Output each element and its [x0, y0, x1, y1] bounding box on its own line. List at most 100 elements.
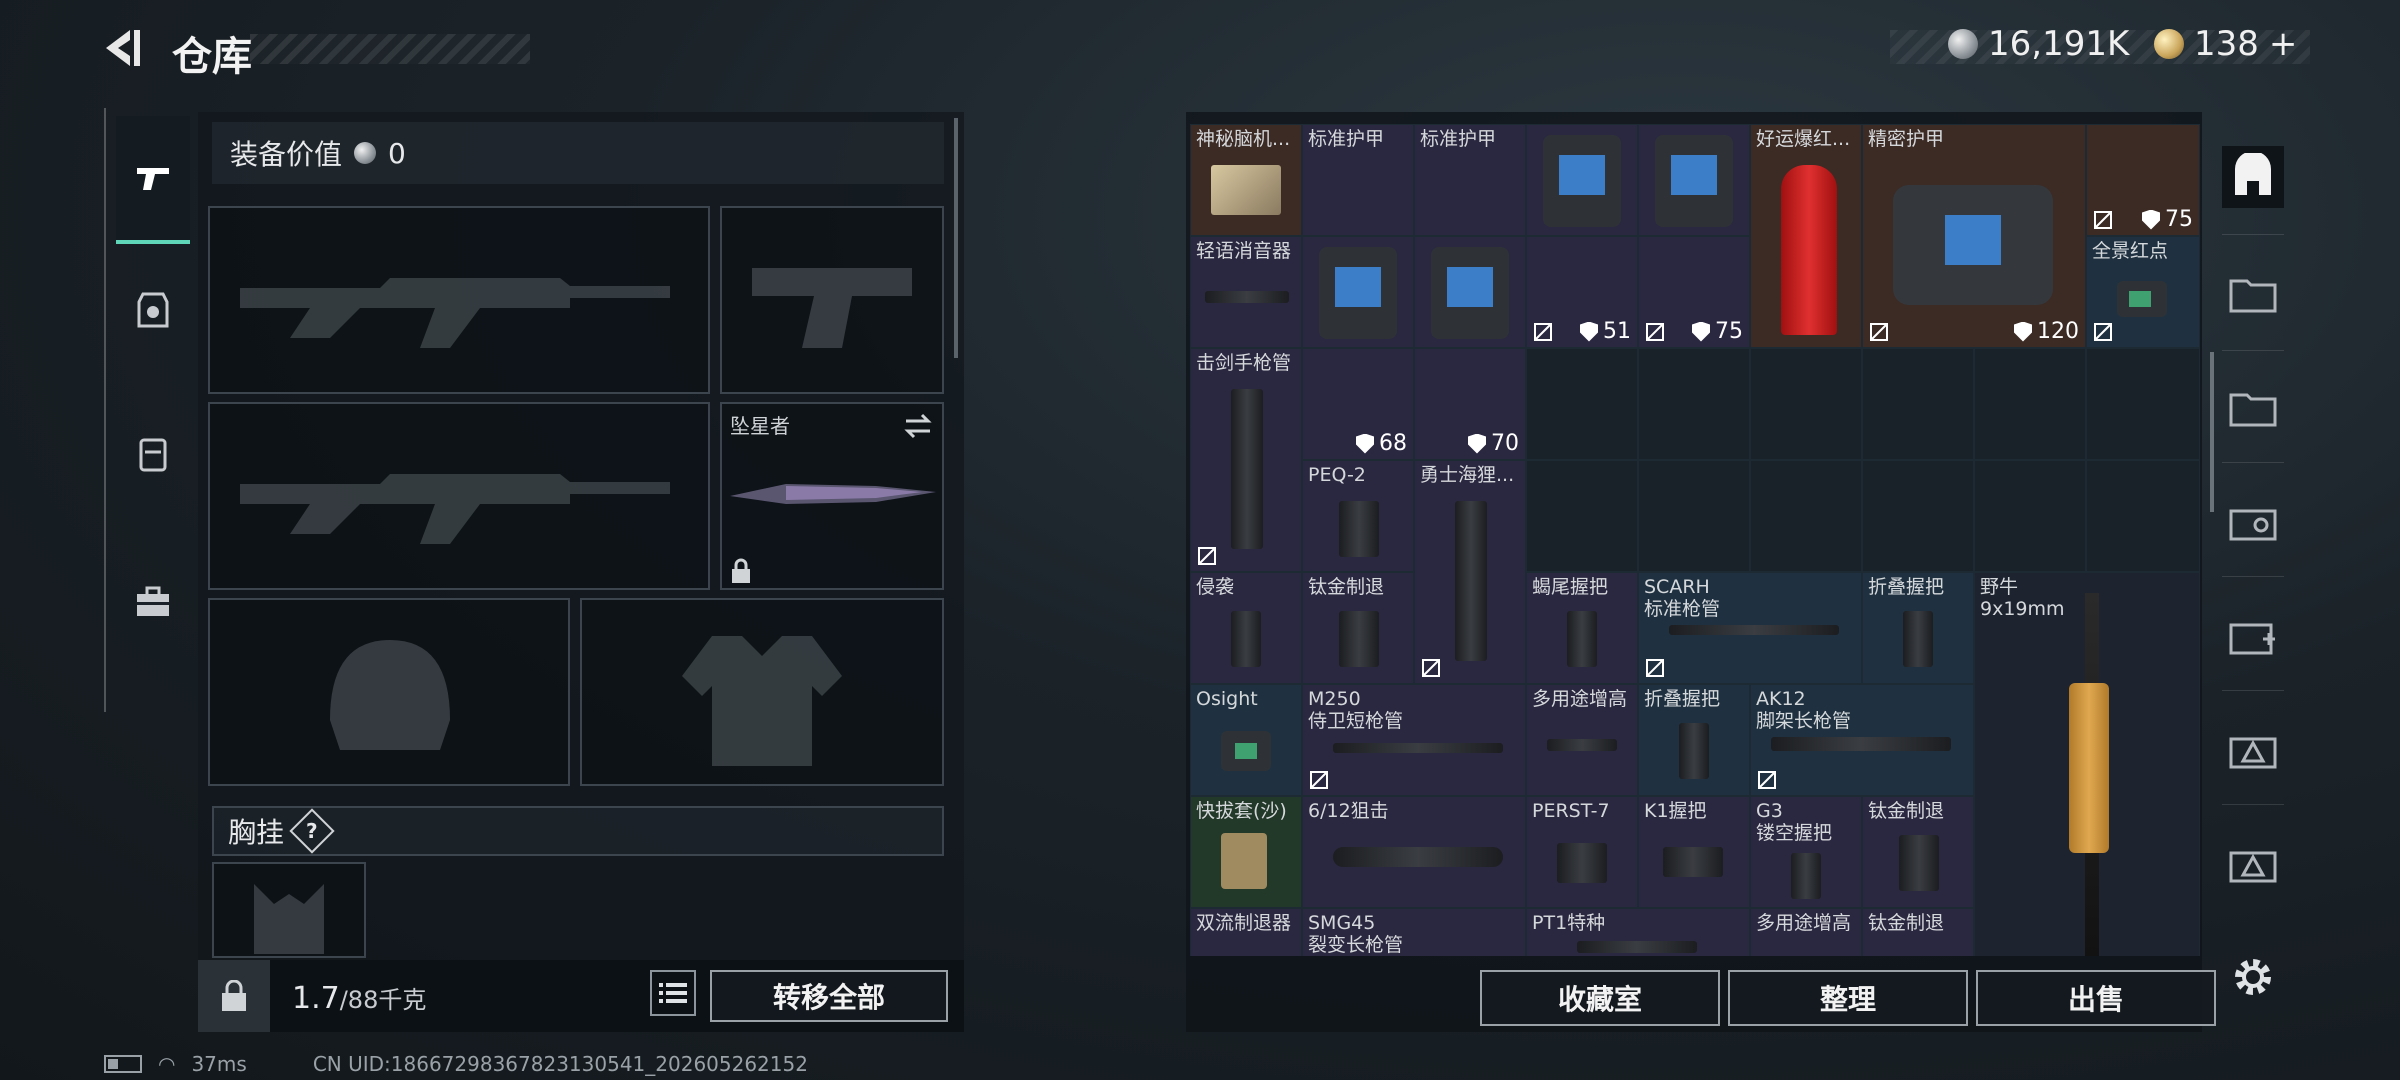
help-button[interactable]: ?: [289, 808, 335, 854]
empty-cell[interactable]: [1638, 348, 1750, 460]
stash-item[interactable]: PEQ-2: [1302, 460, 1414, 572]
stash-item[interactable]: 轻语消音器: [1190, 236, 1302, 348]
empty-cell[interactable]: [1526, 460, 1638, 572]
stash-item[interactable]: [1526, 124, 1638, 236]
stash-item[interactable]: 标准护甲: [1414, 124, 1526, 236]
gold-add-button[interactable]: +: [2269, 24, 2298, 64]
stash-item[interactable]: 75: [2086, 124, 2200, 236]
primary-weapon-slot[interactable]: [208, 206, 710, 394]
stash-panel: 神秘脑机... 标准护甲 标准护甲 好运爆红... 精密护甲 120 75 轻语…: [1186, 112, 2216, 1032]
stash-item[interactable]: 蝎尾握把: [1526, 572, 1638, 684]
stash-item[interactable]: 标准护甲: [1302, 124, 1414, 236]
stash-item[interactable]: 75: [1638, 236, 1750, 348]
list-view-button[interactable]: [650, 970, 696, 1016]
stash-item[interactable]: PERST-7: [1526, 796, 1638, 908]
stash-item[interactable]: 6/12狙击: [1302, 796, 1526, 908]
stash-item[interactable]: PT1特种: [1526, 908, 1750, 956]
item-name: SMG45 裂变长枪管: [1308, 912, 1404, 956]
tab-supplies[interactable]: [116, 540, 190, 664]
stash-item[interactable]: 野牛 9x19mm: [1974, 572, 2200, 956]
organize-button[interactable]: 整理: [1728, 970, 1968, 1026]
stash-item[interactable]: G3 镂空握把: [1750, 796, 1862, 908]
stash-item[interactable]: 钛金制退: [1862, 796, 1974, 908]
sidearm-slot[interactable]: [720, 206, 944, 394]
empty-cell[interactable]: [1750, 348, 1862, 460]
stash-item[interactable]: AK12 脚架长枪管: [1750, 684, 1974, 796]
empty-cell[interactable]: [1750, 460, 1862, 572]
battery-icon: [104, 1055, 142, 1073]
collection-room-button[interactable]: 收藏室: [1480, 970, 1720, 1026]
stash-item[interactable]: 多用途增高: [1526, 684, 1638, 796]
empty-cell[interactable]: [2086, 460, 2200, 572]
secondary-weapon-slot[interactable]: [208, 402, 710, 590]
stash-page-3-button[interactable]: [2222, 490, 2284, 552]
stash-item[interactable]: 侵袭: [1190, 572, 1302, 684]
empty-cell[interactable]: [1974, 348, 2086, 460]
stash-item[interactable]: 钛金制退: [1302, 572, 1414, 684]
item-image-detail: [2069, 683, 2109, 853]
settings-button[interactable]: [2222, 946, 2284, 1008]
lock-icon: [222, 980, 246, 1011]
empty-cell[interactable]: [1862, 460, 1974, 572]
lock-button[interactable]: [198, 960, 270, 1032]
stash-page-6-button[interactable]: [2222, 832, 2284, 894]
equipment-value-header: 装备价值 0: [212, 122, 944, 184]
stash-item[interactable]: K1握把: [1638, 796, 1750, 908]
stash-item[interactable]: [1638, 124, 1750, 236]
item-name: G3 镂空握把: [1756, 800, 1833, 844]
stash-main-button[interactable]: [2222, 146, 2284, 208]
empty-cell[interactable]: [1862, 348, 1974, 460]
stash-item[interactable]: 精密护甲 120: [1862, 124, 2086, 348]
stash-item[interactable]: [1302, 236, 1414, 348]
stash-item[interactable]: 神秘脑机...: [1190, 124, 1302, 236]
chest-rig-label: 胸挂: [228, 816, 285, 849]
durability-value: 68: [1379, 431, 1407, 456]
stash-page-5-button[interactable]: [2222, 718, 2284, 780]
stash-item[interactable]: 折叠握把: [1862, 572, 1974, 684]
stash-item[interactable]: 击剑手枪管: [1190, 348, 1302, 572]
durability-value: 75: [1715, 319, 1743, 344]
melee-slot[interactable]: 坠星者: [720, 402, 944, 590]
stash-item[interactable]: SMG45 裂变长枪管: [1302, 908, 1526, 956]
empty-cell[interactable]: [1638, 460, 1750, 572]
empty-cell[interactable]: [2086, 348, 2200, 460]
back-button[interactable]: [100, 26, 144, 70]
stash-item[interactable]: 折叠握把: [1638, 684, 1750, 796]
transfer-all-button[interactable]: 转移全部: [710, 970, 948, 1022]
item-image: [1543, 135, 1621, 227]
stash-item[interactable]: 双流制退器: [1190, 908, 1302, 956]
helmet-slot[interactable]: [208, 598, 570, 786]
tab-weapons[interactable]: [116, 116, 190, 244]
tab-armor[interactable]: [116, 248, 190, 372]
stash-item[interactable]: 68: [1302, 348, 1414, 460]
sell-button[interactable]: 出售: [1976, 970, 2216, 1026]
stash-item[interactable]: 多用途增高: [1750, 908, 1862, 956]
stash-item[interactable]: 勇士海狸...: [1414, 460, 1526, 684]
item-name: K1握把: [1644, 800, 1707, 822]
chest-rig-silhouette-icon: [254, 884, 324, 954]
stash-item[interactable]: Osight: [1190, 684, 1302, 796]
stash-item[interactable]: 51: [1526, 236, 1638, 348]
stash-item[interactable]: [1414, 236, 1526, 348]
stash-page-4-button[interactable]: [2222, 604, 2284, 666]
stash-item[interactable]: 全景红点: [2086, 236, 2200, 348]
stash-page-1-button[interactable]: [2222, 262, 2284, 324]
swap-icon[interactable]: [902, 412, 934, 440]
stash-item[interactable]: SCARH 标准枪管: [1638, 572, 1862, 684]
status-bar: ◠ 37ms CN UID:18667298367823130541_20260…: [104, 1052, 808, 1076]
stash-item[interactable]: 钛金制退: [1862, 908, 1974, 956]
body-armor-slot[interactable]: [580, 598, 944, 786]
empty-cell[interactable]: [1526, 348, 1638, 460]
stash-item[interactable]: M250 侍卫短枪管: [1302, 684, 1526, 796]
stash-item[interactable]: 好运爆红...: [1750, 124, 1862, 348]
weight-current: 1.7: [292, 981, 340, 1016]
tab-backpack[interactable]: [116, 392, 190, 516]
chest-rig-slot[interactable]: [212, 862, 366, 958]
empty-cell[interactable]: [1974, 460, 2086, 572]
stash-item[interactable]: 70: [1414, 348, 1526, 460]
wifi-icon: ◠: [158, 1052, 176, 1076]
equipment-scrollbar[interactable]: [954, 118, 958, 358]
stash-page-2-button[interactable]: [2222, 376, 2284, 438]
gold-currency[interactable]: 138 +: [2154, 22, 2297, 66]
stash-item[interactable]: 快拔套(沙): [1190, 796, 1302, 908]
